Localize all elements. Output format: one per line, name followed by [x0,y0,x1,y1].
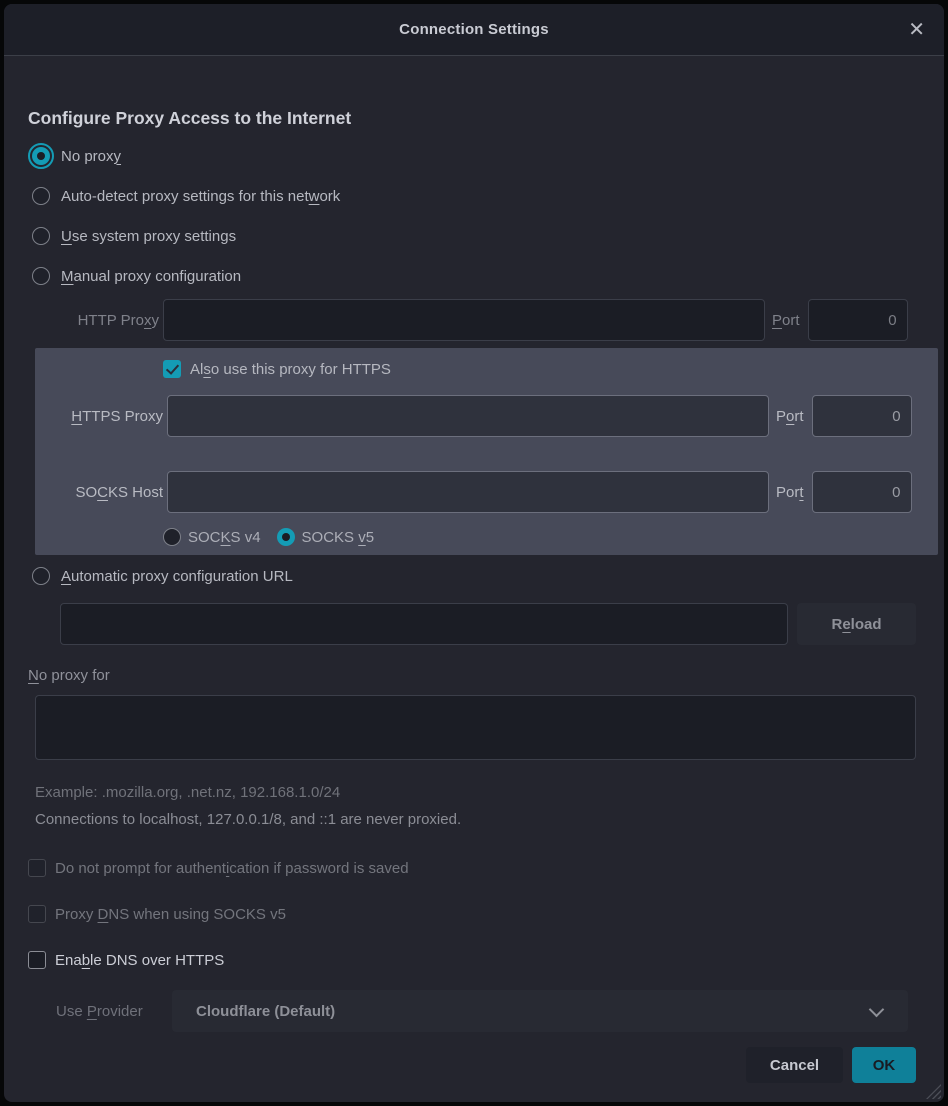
radio-row-auto-detect: Auto-detect proxy settings for this netw… [28,183,920,209]
system-proxy-radio[interactable] [28,223,54,249]
socks-v5-radio[interactable] [277,528,295,546]
radio-row-no-proxy: No proxy [28,143,920,169]
auto-url-input[interactable] [60,603,788,645]
socks-host-row: SOCKS Host Port [35,471,938,513]
socks-host-input[interactable] [167,471,769,513]
radio-row-auto-url: Automatic proxy configuration URL [28,563,920,589]
localhost-note-text: Connections to localhost, 127.0.0.1/8, a… [35,811,920,829]
highlighted-https-socks-section: Also use this proxy for HTTPS HTTPS Prox… [35,348,938,555]
https-proxy-input[interactable] [167,395,769,437]
http-port-label: Port [772,312,800,329]
https-port-label: Port [776,408,804,425]
connection-settings-dialog: Connection Settings ✕ Configure Proxy Ac… [4,4,944,1102]
radio-row-manual-proxy: Manual proxy configuration [28,263,920,289]
cancel-button[interactable]: Cancel [746,1047,843,1083]
close-icon[interactable]: ✕ [908,20,925,40]
dialog-title: Connection Settings [399,21,549,38]
auto-detect-label: Auto-detect proxy settings for this netw… [61,188,340,205]
chevron-down-icon [869,1002,885,1018]
proxy-dns-socks5-checkbox[interactable] [28,905,46,923]
auto-url-radio[interactable] [28,563,54,589]
http-proxy-label: HTTP Proxy [28,312,159,329]
manual-proxy-radio[interactable] [28,263,54,289]
no-proxy-for-label: No proxy for [28,667,920,685]
doh-provider-row: Use Provider Cloudflare (Default) [56,990,908,1032]
dialog-button-row: Cancel OK [28,1047,916,1083]
also-https-checkbox[interactable] [163,360,181,378]
radio-row-system-proxy: Use system proxy settings [28,223,920,249]
https-proxy-label: HTTPS Proxy [35,408,163,425]
socks-host-label: SOCKS Host [35,484,163,501]
no-proxy-example-text: Example: .mozilla.org, .net.nz, 192.168.… [35,784,920,802]
no-prompt-auth-checkbox[interactable] [28,859,46,877]
provider-selected-value: Cloudflare (Default) [196,1003,335,1020]
http-proxy-row: HTTP Proxy Port [28,299,916,341]
manual-proxy-label: Manual proxy configuration [61,268,241,285]
provider-dropdown[interactable]: Cloudflare (Default) [172,990,908,1032]
no-prompt-auth-label: Do not prompt for authentication if pass… [55,860,409,877]
auto-detect-radio[interactable] [28,183,54,209]
socks-port-input[interactable] [812,471,912,513]
enable-doh-label: Enable DNS over HTTPS [55,952,224,969]
also-https-row: Also use this proxy for HTTPS [163,359,938,379]
socks-v4-radio[interactable] [163,528,181,546]
no-proxy-radio[interactable] [28,143,54,169]
ok-button[interactable]: OK [852,1047,916,1083]
reload-button[interactable]: Reload [797,603,916,645]
dialog-titlebar: Connection Settings ✕ [4,4,944,56]
no-prompt-auth-row: Do not prompt for authentication if pass… [28,858,920,878]
https-proxy-row: HTTPS Proxy Port [35,395,938,437]
https-port-input[interactable] [812,395,912,437]
proxy-dns-socks5-row: Proxy DNS when using SOCKS v5 [28,904,920,924]
http-port-input[interactable] [808,299,908,341]
use-provider-label: Use Provider [56,1003,168,1020]
resize-grip[interactable] [926,1084,941,1099]
socks-version-row: SOCKS v4 SOCKS v5 [163,527,938,547]
socks-port-label: Port [776,484,804,501]
no-proxy-for-textarea[interactable] [35,695,916,760]
socks-v5-label: SOCKS v5 [302,529,375,546]
enable-doh-checkbox[interactable] [28,951,46,969]
no-proxy-label: No proxy [61,148,121,165]
page-title: Configure Proxy Access to the Internet [28,108,920,129]
system-proxy-label: Use system proxy settings [61,228,236,245]
http-proxy-input[interactable] [163,299,765,341]
auto-url-label: Automatic proxy configuration URL [61,568,293,585]
auto-url-row: Reload [60,603,916,645]
proxy-dns-socks5-label: Proxy DNS when using SOCKS v5 [55,906,286,923]
enable-doh-row: Enable DNS over HTTPS [28,950,920,970]
also-https-label: Also use this proxy for HTTPS [190,361,391,378]
socks-v4-label: SOCKS v4 [188,529,261,546]
